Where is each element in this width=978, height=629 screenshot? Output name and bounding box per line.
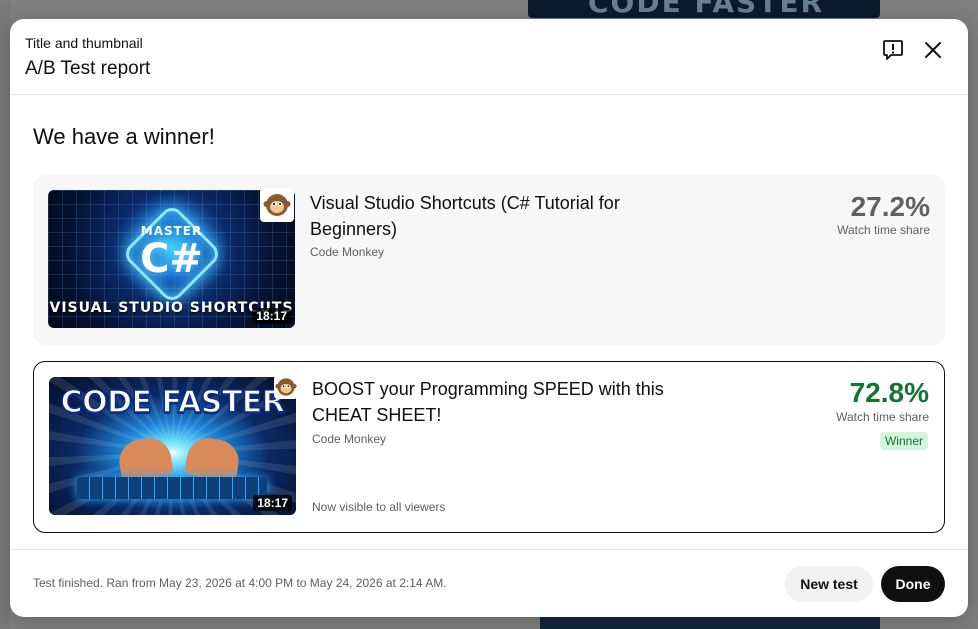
monkey-avatar-icon	[274, 375, 298, 399]
close-icon	[923, 40, 943, 65]
video-duration: 18:17	[253, 495, 292, 511]
done-button[interactable]: Done	[881, 566, 945, 602]
variant-thumbnail-1: MASTER C# VISUAL STUDIO SHORTCUTS 18:17	[48, 190, 295, 328]
background-sidebar	[0, 0, 10, 629]
dialog-title: A/B Test report	[25, 58, 151, 79]
monkey-avatar-icon	[260, 188, 294, 222]
dialog-header: Title and thumbnail A/B Test report	[10, 19, 968, 95]
thumbnail-text-main: CODE FASTER	[60, 384, 286, 421]
variant-thumbnail-2: CODE FASTER 18:17	[49, 377, 296, 515]
winner-badge: Winner	[879, 432, 928, 450]
watch-time-share-value: 27.2%	[850, 191, 930, 222]
dialog-footer: Test finished. Ran from May 23, 2026 at …	[10, 549, 968, 617]
dialog-body: We have a winner! MASTER C# VISUAL STUDI…	[10, 96, 968, 549]
test-status-text: Test finished. Ran from May 23, 2026 at …	[33, 576, 447, 590]
close-button[interactable]	[919, 38, 947, 66]
visibility-note: Now visible to all viewers	[312, 500, 446, 514]
background-thumbnail: CODE FASTER	[528, 0, 880, 18]
ab-test-report-dialog: Title and thumbnail A/B Test report We h…	[10, 19, 968, 617]
watch-time-share-value: 72.8%	[849, 377, 929, 408]
variant-card-2: CODE FASTER 18:17 BOOST your Programming…	[33, 361, 945, 533]
variant-channel: Code Monkey	[310, 245, 385, 259]
variant-channel: Code Monkey	[312, 432, 387, 446]
dialog-subtitle: Title and thumbnail	[25, 35, 143, 51]
watch-time-share-label: Watch time share	[837, 223, 930, 237]
thumbnail-text-main: C#	[140, 236, 203, 282]
variant-title: Visual Studio Shortcuts (C# Tutorial for…	[310, 193, 620, 239]
variant-title: BOOST your Programming SPEED with this C…	[312, 379, 664, 425]
feedback-button[interactable]	[879, 38, 907, 66]
watch-time-share-label: Watch time share	[836, 410, 929, 424]
winner-heading: We have a winner!	[33, 124, 215, 149]
variant-card-1: MASTER C# VISUAL STUDIO SHORTCUTS 18:17 …	[33, 175, 945, 345]
video-duration: 18:17	[252, 308, 291, 324]
feedback-icon	[881, 38, 905, 67]
new-test-button[interactable]: New test	[785, 566, 873, 602]
